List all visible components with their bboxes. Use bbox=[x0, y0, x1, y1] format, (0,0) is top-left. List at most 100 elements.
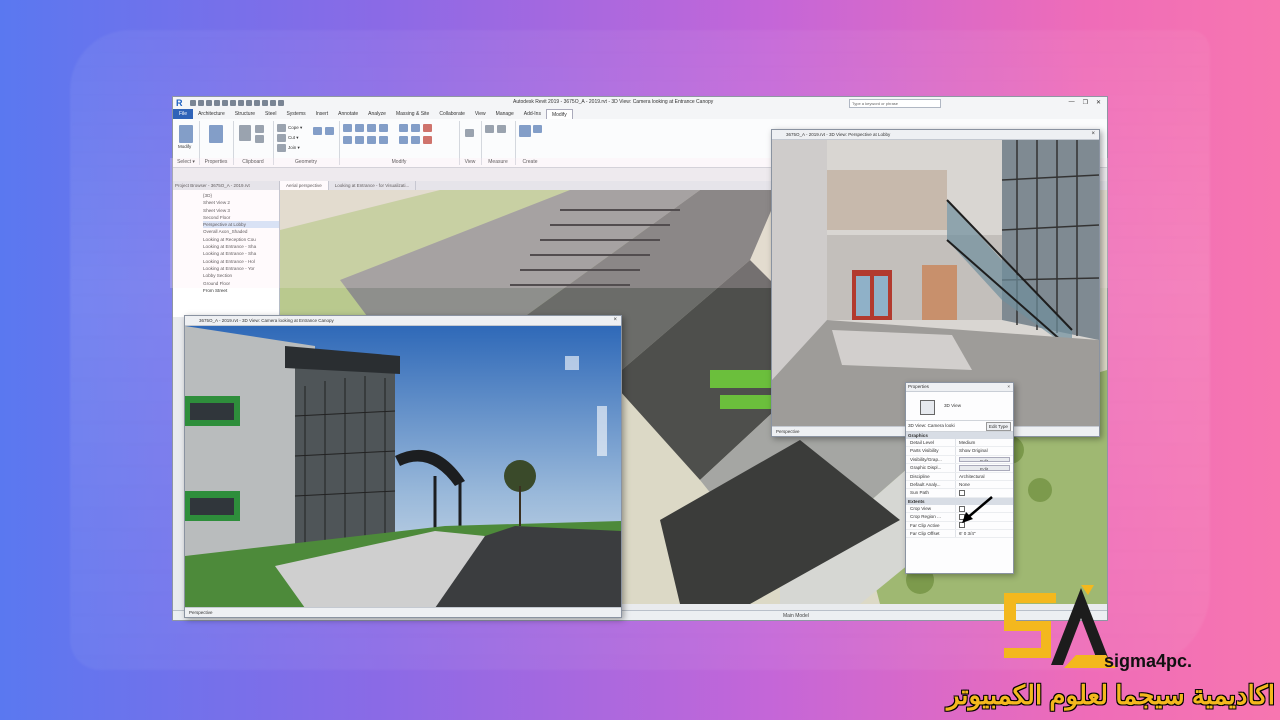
tab-looking-at-entrance[interactable]: Looking at Entrance - for Visualizati... bbox=[329, 181, 417, 190]
browser-item[interactable]: Looking at Entrance - Yor bbox=[203, 265, 279, 272]
measure-icon[interactable] bbox=[230, 100, 236, 106]
close-icon[interactable]: × bbox=[1091, 130, 1095, 139]
tab-architecture[interactable]: Architecture bbox=[193, 109, 230, 119]
tab-collaborate[interactable]: Collaborate bbox=[434, 109, 470, 119]
close-icon[interactable]: × bbox=[613, 316, 617, 325]
tab-modify[interactable]: Modify bbox=[545, 108, 573, 120]
cope-icon[interactable] bbox=[277, 124, 286, 132]
canopy-window-title: 3675O_A - 2019.rvt - 3D View: Camera loo… bbox=[185, 316, 621, 326]
browser-item[interactable]: Looking at Entrance - Sha bbox=[203, 243, 279, 250]
dimension-icon[interactable] bbox=[497, 125, 506, 133]
cut-icon[interactable] bbox=[255, 125, 264, 133]
switch-windows-icon[interactable] bbox=[278, 100, 284, 106]
move-icon[interactable] bbox=[343, 136, 352, 144]
mirror-draw-icon[interactable] bbox=[379, 124, 388, 132]
tab-structure[interactable]: Structure bbox=[230, 109, 260, 119]
close-hidden-icon[interactable] bbox=[270, 100, 276, 106]
canopy-view-control-bar[interactable]: Perspective bbox=[185, 607, 621, 617]
browser-item[interactable]: From Street bbox=[203, 287, 279, 294]
browser-item[interactable]: Looking at Entrance - Sha bbox=[203, 250, 279, 257]
instance-selector[interactable]: 3D View: Camera looki Edit Type bbox=[906, 421, 1013, 432]
join-icon[interactable] bbox=[277, 144, 286, 152]
scale-icon[interactable] bbox=[411, 136, 420, 144]
trim-icon[interactable] bbox=[379, 136, 388, 144]
property-value[interactable]: Architectural bbox=[956, 473, 1013, 480]
property-row: Discipline Architectural bbox=[906, 472, 1013, 481]
property-value[interactable]: 6' 0 3/4" bbox=[956, 530, 1013, 537]
edit-type-button[interactable]: Edit Type bbox=[985, 422, 1011, 431]
maximize-button[interactable]: ❐ bbox=[1083, 99, 1088, 106]
project-browser-tree: {3D} Sheet View 2 Sheet View 3 Second Fl… bbox=[173, 190, 279, 294]
tab-file[interactable]: File bbox=[173, 109, 194, 119]
create-parts-icon[interactable] bbox=[533, 125, 542, 133]
array-icon[interactable] bbox=[399, 136, 408, 144]
browser-item[interactable]: Sheet View 2 bbox=[203, 199, 279, 206]
join-label[interactable]: Join ▾ bbox=[288, 145, 300, 151]
revit-logo-icon[interactable]: R bbox=[176, 98, 186, 108]
measure-tool-icon[interactable] bbox=[485, 125, 494, 133]
split-face-icon[interactable] bbox=[325, 127, 334, 135]
cut-geometry-icon[interactable] bbox=[277, 134, 286, 142]
tab-steel[interactable]: Steel bbox=[260, 109, 281, 119]
modify-cursor-icon[interactable] bbox=[179, 125, 193, 143]
property-value[interactable]: Medium bbox=[956, 439, 1013, 446]
redo-icon[interactable] bbox=[214, 100, 220, 106]
3d-view-icon[interactable] bbox=[246, 100, 252, 106]
property-value[interactable]: Show Original bbox=[956, 447, 1013, 454]
pin-icon[interactable] bbox=[411, 124, 420, 132]
tab-annotate[interactable]: Annotate bbox=[333, 109, 363, 119]
paste-icon[interactable] bbox=[239, 125, 251, 141]
copy-element-icon[interactable] bbox=[355, 136, 364, 144]
section-icon[interactable] bbox=[254, 100, 260, 106]
browser-item-selected[interactable]: Perspective at Lobby bbox=[203, 221, 279, 229]
graphics-category[interactable]: Graphics bbox=[906, 432, 1013, 439]
delete-icon[interactable] bbox=[423, 124, 432, 132]
tab-view[interactable]: View bbox=[470, 109, 491, 119]
visibility-edit-button[interactable]: Edit... bbox=[959, 456, 1010, 463]
unpin-icon[interactable] bbox=[423, 136, 432, 144]
save-icon[interactable] bbox=[198, 100, 204, 106]
tab-aerial-perspective[interactable]: Aerial perspective bbox=[280, 181, 329, 190]
text-icon[interactable] bbox=[238, 100, 244, 106]
tab-analyze[interactable]: Analyze bbox=[363, 109, 391, 119]
close-icon[interactable]: × bbox=[1007, 383, 1010, 391]
wall-joins-icon[interactable] bbox=[313, 127, 322, 135]
copy-icon[interactable] bbox=[255, 135, 264, 143]
offset-icon[interactable] bbox=[355, 124, 364, 132]
browser-item[interactable]: Sheet View 3 bbox=[203, 207, 279, 214]
rotate-icon[interactable] bbox=[367, 136, 376, 144]
print-icon[interactable] bbox=[222, 100, 228, 106]
properties-icon[interactable] bbox=[209, 125, 223, 143]
browser-item[interactable]: Lobby Section bbox=[203, 272, 279, 279]
tab-massing-site[interactable]: Massing & Site bbox=[391, 109, 434, 119]
open-icon[interactable] bbox=[190, 100, 196, 106]
close-button[interactable]: ✕ bbox=[1096, 99, 1101, 106]
minimize-button[interactable]: — bbox=[1069, 99, 1075, 106]
tab-insert[interactable]: Insert bbox=[311, 109, 334, 119]
browser-item[interactable]: {3D} bbox=[203, 192, 279, 199]
browser-item[interactable]: Second Floor bbox=[203, 214, 279, 221]
browser-item[interactable]: Looking at Reception Cou bbox=[203, 236, 279, 243]
thin-lines-icon[interactable] bbox=[262, 100, 268, 106]
tab-systems[interactable]: Systems bbox=[281, 109, 310, 119]
instance-selector-value[interactable]: 3D View: Camera looki bbox=[908, 423, 955, 428]
type-selector[interactable]: 3D View bbox=[906, 392, 1013, 421]
select-label[interactable]: Select ▾ bbox=[173, 159, 199, 165]
tab-add-ins[interactable]: Add-Ins bbox=[519, 109, 546, 119]
browser-item[interactable]: Ground Floor bbox=[203, 280, 279, 287]
browser-item[interactable]: Overall Axon_Shaded bbox=[203, 228, 279, 235]
align-icon[interactable] bbox=[343, 124, 352, 132]
undo-icon[interactable] bbox=[206, 100, 212, 106]
view-icon[interactable] bbox=[465, 129, 474, 137]
cut-label[interactable]: Cut ▾ bbox=[288, 135, 299, 141]
create-assembly-icon[interactable] bbox=[519, 125, 531, 137]
canopy-view-window[interactable]: 3675O_A - 2019.rvt - 3D View: Camera loo… bbox=[184, 315, 622, 618]
browser-item[interactable]: Looking at Entrance - Hol bbox=[203, 258, 279, 265]
tab-manage[interactable]: Manage bbox=[491, 109, 519, 119]
graphic-display-edit-button[interactable]: Edit... bbox=[959, 465, 1010, 471]
split-icon[interactable] bbox=[399, 124, 408, 132]
cope-label[interactable]: Cope ▾ bbox=[288, 125, 302, 131]
mirror-axis-icon[interactable] bbox=[367, 124, 376, 132]
search-input[interactable]: Type a keyword or phrase bbox=[849, 99, 941, 108]
property-value[interactable]: None bbox=[956, 481, 1013, 488]
